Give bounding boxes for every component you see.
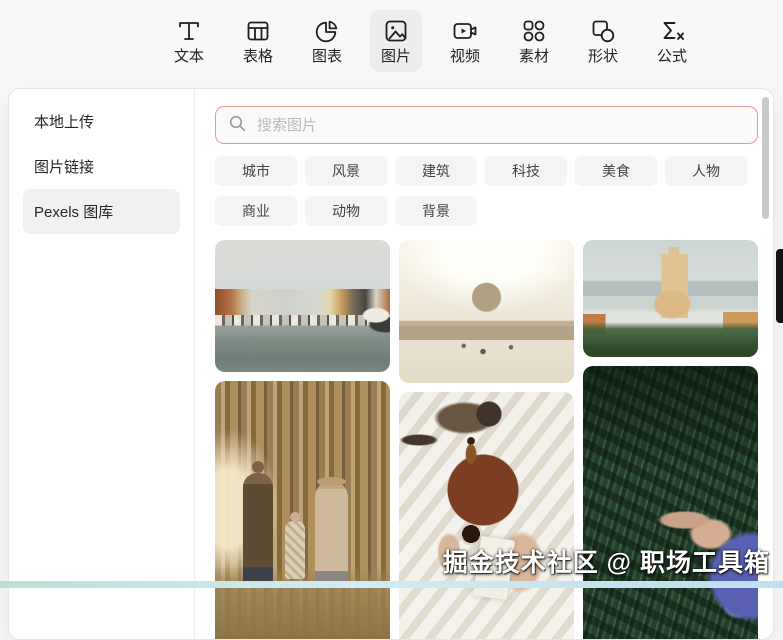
chart-icon <box>313 17 341 45</box>
image-source-sidebar: 本地上传 图片链接 Pexels 图库 <box>9 89 195 639</box>
toolbar-item-label: 形状 <box>588 48 618 66</box>
toolbar-item-text[interactable]: 文本 <box>163 10 215 72</box>
text-icon <box>175 17 203 45</box>
toolbar-item-label: 视频 <box>450 48 480 66</box>
photo-grid-column <box>215 240 390 640</box>
figure-woman <box>315 481 348 583</box>
toolbar-item-label: 文本 <box>174 48 204 66</box>
bottom-gradient-strip <box>0 581 783 588</box>
tag-food[interactable]: 美食 <box>575 156 657 186</box>
tag-people[interactable]: 人物 <box>665 156 747 186</box>
photo-grid-column <box>583 240 758 640</box>
tag-technology[interactable]: 科技 <box>485 156 567 186</box>
search-icon <box>228 114 246 137</box>
toolbar-item-label: 图片 <box>381 48 411 66</box>
video-icon <box>451 17 479 45</box>
figure-child <box>285 521 305 579</box>
toolbar-item-image[interactable]: 图片 <box>370 10 422 72</box>
panel-scrollbar-thumb[interactable] <box>762 97 769 219</box>
photo-cat-breakfast-blanket[interactable] <box>399 392 574 640</box>
sidebar-item-image-link[interactable]: 图片链接 <box>23 144 180 189</box>
toolbar-item-label: 表格 <box>243 48 273 66</box>
tag-business[interactable]: 商业 <box>215 196 297 226</box>
photo-st-peters-square[interactable] <box>399 240 574 383</box>
toolbar-item-label: 图表 <box>312 48 342 66</box>
photo-grid <box>215 240 758 640</box>
toolbar-item-label: 公式 <box>657 48 687 66</box>
image-search-bar <box>215 106 758 144</box>
photo-fern-leaves-hand[interactable] <box>583 366 758 640</box>
photo-family-forest-walk[interactable] <box>215 381 390 640</box>
search-input[interactable] <box>255 116 745 135</box>
toolbar-item-video[interactable]: 视频 <box>439 10 491 72</box>
sidebar-item-label: Pexels 图库 <box>34 201 113 222</box>
photo-grid-column <box>399 240 574 640</box>
toolbar-item-table[interactable]: 表格 <box>232 10 284 72</box>
assets-icon <box>520 17 548 45</box>
shape-icon <box>589 17 617 45</box>
sidebar-item-label: 图片链接 <box>34 156 94 177</box>
sidebar-item-label: 本地上传 <box>34 111 94 132</box>
toolbar-item-chart[interactable]: 图表 <box>301 10 353 72</box>
toolbar-item-formula[interactable]: 公式 <box>646 10 698 72</box>
insert-toolbar: 文本 表格 图表 图片 视频 素材 形状 公式 <box>0 0 783 88</box>
tag-city[interactable]: 城市 <box>215 156 297 186</box>
watermark-text: 掘金技术社区 @ 职场工具箱 <box>443 543 770 579</box>
tag-animal[interactable]: 动物 <box>305 196 387 226</box>
sidebar-item-pexels-library[interactable]: Pexels 图库 <box>23 189 180 234</box>
edge-dark-element <box>776 249 783 323</box>
toolbar-item-assets[interactable]: 素材 <box>508 10 560 72</box>
image-icon <box>382 17 410 45</box>
toolbar-item-shape[interactable]: 形状 <box>577 10 629 72</box>
tag-architecture[interactable]: 建筑 <box>395 156 477 186</box>
tag-landscape[interactable]: 风景 <box>305 156 387 186</box>
formula-icon <box>658 17 686 45</box>
sidebar-item-local-upload[interactable]: 本地上传 <box>23 99 180 144</box>
photo-canal-boats[interactable] <box>215 240 390 372</box>
figure-man <box>243 473 273 585</box>
category-tag-list: 城市 风景 建筑 科技 美食 人物 商业 动物 背景 <box>215 156 758 226</box>
table-icon <box>244 17 272 45</box>
tag-background[interactable]: 背景 <box>395 196 477 226</box>
toolbar-item-label: 素材 <box>519 48 549 66</box>
photo-hillside-cathedral[interactable] <box>583 240 758 357</box>
